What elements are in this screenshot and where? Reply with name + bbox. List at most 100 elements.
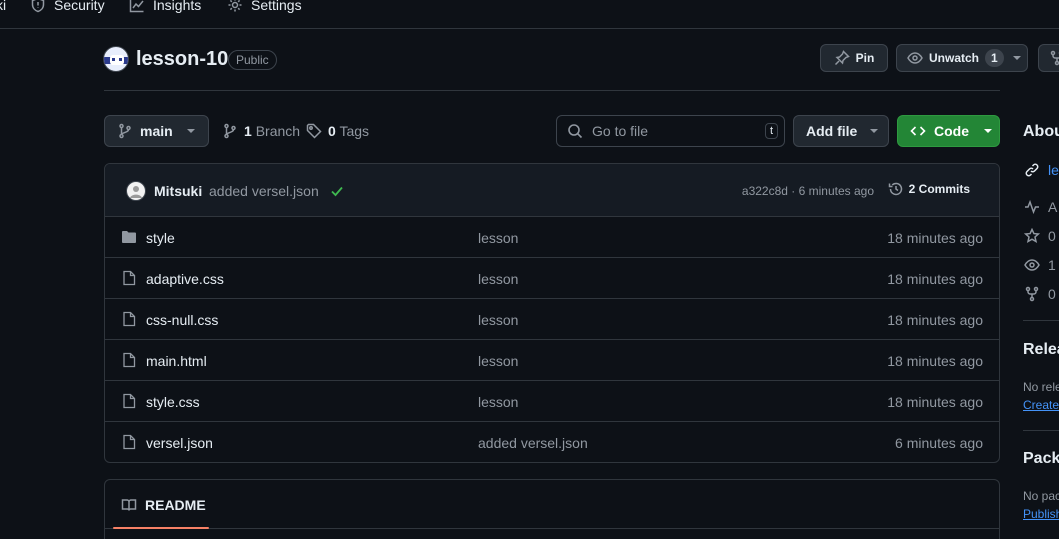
- about-heading: Abou: [1023, 123, 1059, 140]
- file-commit-message[interactable]: lesson: [478, 271, 518, 287]
- fork-icon: [1024, 286, 1040, 302]
- check-icon[interactable]: [329, 183, 345, 199]
- file-row[interactable]: main.html lesson 18 minutes ago: [105, 340, 999, 381]
- forks-count: 0: [1048, 286, 1056, 302]
- git-branch-icon: [117, 123, 133, 139]
- file-icon: [121, 393, 137, 409]
- file-name[interactable]: style.css: [146, 394, 200, 410]
- commits-history-link[interactable]: 2 Commits: [888, 181, 970, 197]
- activity-stat-text: A: [1048, 199, 1058, 215]
- pin-label: Pin: [855, 51, 875, 65]
- active-tab-indicator: [113, 527, 209, 529]
- readme-header: README: [105, 480, 999, 529]
- file-row[interactable]: versel.json added versel.json 6 minutes …: [105, 422, 999, 462]
- chevron-down-icon: [870, 129, 879, 133]
- activity-stat[interactable]: A: [1024, 199, 1057, 215]
- go-to-file-input[interactable]: Go to file t: [556, 115, 785, 147]
- create-release-link[interactable]: Create: [1023, 398, 1059, 412]
- stars-stat[interactable]: 0: [1024, 228, 1056, 244]
- branch-name: main: [140, 123, 173, 139]
- file-icon: [121, 270, 137, 286]
- code-icon: [910, 123, 926, 139]
- file-name[interactable]: css-null.css: [146, 312, 218, 328]
- chevron-down-icon: [186, 129, 195, 133]
- forks-stat[interactable]: 0: [1024, 286, 1056, 302]
- eye-icon: [1024, 257, 1040, 273]
- git-branch-icon: [222, 123, 238, 139]
- keyboard-shortcut-hint: t: [764, 123, 778, 139]
- watchers-stat[interactable]: 1: [1024, 257, 1056, 273]
- link-icon: [1024, 162, 1040, 178]
- branches-link[interactable]: 1 Branch: [222, 123, 300, 139]
- fork-icon: [1049, 50, 1059, 66]
- file-row[interactable]: css-null.css lesson 18 minutes ago: [105, 299, 999, 340]
- file-name[interactable]: versel.json: [146, 435, 213, 451]
- branches-label: Branch: [255, 123, 301, 139]
- file-updated-time: 18 minutes ago: [887, 271, 983, 287]
- file-commit-message[interactable]: lesson: [478, 230, 518, 246]
- readme-tab[interactable]: README: [121, 497, 206, 513]
- publish-package-link[interactable]: Publish: [1023, 507, 1059, 521]
- file-commit-message[interactable]: lesson: [478, 394, 518, 410]
- file-icon: [121, 434, 137, 450]
- homepage-link-text: le: [1048, 162, 1059, 178]
- repo-name[interactable]: lesson-10: [136, 48, 228, 71]
- watch-count: 1: [985, 49, 1004, 67]
- chevron-down-icon: [1012, 56, 1021, 60]
- pulse-icon: [1024, 199, 1040, 215]
- add-file-button[interactable]: Add file: [793, 115, 889, 147]
- header-divider: [104, 90, 1000, 91]
- nav-tab-settings-label: Settings: [251, 0, 302, 13]
- fork-button[interactable]: [1038, 44, 1059, 72]
- nav-tab-security-label: Security: [54, 0, 105, 13]
- history-icon: [888, 181, 904, 197]
- tags-count: 0: [328, 123, 336, 139]
- nav-tab-security[interactable]: Security: [30, 0, 105, 14]
- code-label: Code: [934, 123, 969, 139]
- file-name[interactable]: main.html: [146, 353, 207, 369]
- eye-icon: [907, 50, 923, 66]
- file-updated-time: 18 minutes ago: [887, 353, 983, 369]
- add-file-label: Add file: [806, 123, 858, 139]
- nav-tab-settings[interactable]: Settings: [227, 0, 302, 14]
- branch-select-button[interactable]: main: [104, 115, 209, 147]
- owner-avatar[interactable]: [103, 46, 129, 72]
- commit-message[interactable]: added versel.json: [209, 183, 319, 199]
- file-updated-time: 18 minutes ago: [887, 394, 983, 410]
- commit-author[interactable]: Mitsuki: [154, 183, 202, 199]
- commit-author-avatar[interactable]: [126, 181, 146, 201]
- nav-tab-wiki[interactable]: ki: [0, 0, 6, 14]
- releases-empty-text: No rele: [1023, 380, 1059, 394]
- latest-commit-bar: Mitsuki added versel.json a322c8d · 6 mi…: [105, 164, 999, 217]
- file-icon: [121, 311, 137, 327]
- visibility-badge: Public: [228, 50, 277, 70]
- file-row[interactable]: adaptive.css lesson 18 minutes ago: [105, 258, 999, 299]
- packages-heading[interactable]: Packa: [1023, 450, 1059, 468]
- tags-link[interactable]: 0 Tags: [306, 123, 369, 139]
- unwatch-button[interactable]: Unwatch 1: [896, 44, 1028, 72]
- pin-icon: [834, 50, 850, 66]
- folder-icon: [121, 229, 137, 245]
- sidebar-divider: [1023, 320, 1059, 321]
- file-updated-time: 18 minutes ago: [887, 230, 983, 246]
- packages-empty-text: No pac: [1023, 489, 1059, 503]
- graph-icon: [129, 0, 145, 13]
- file-row[interactable]: style.css lesson 18 minutes ago: [105, 381, 999, 422]
- tag-icon: [306, 123, 322, 139]
- file-name[interactable]: style: [146, 230, 175, 246]
- homepage-link[interactable]: le: [1024, 162, 1059, 178]
- commit-hash-and-time[interactable]: a322c8d · 6 minutes ago: [742, 184, 874, 198]
- file-commit-message[interactable]: lesson: [478, 312, 518, 328]
- file-commit-message[interactable]: lesson: [478, 353, 518, 369]
- nav-tab-insights[interactable]: Insights: [129, 0, 201, 14]
- file-row[interactable]: style lesson 18 minutes ago: [105, 217, 999, 258]
- file-commit-message[interactable]: added versel.json: [478, 435, 588, 451]
- releases-heading[interactable]: Relea: [1023, 341, 1059, 359]
- repo-nav: ki Security Insights Settings: [0, 0, 1059, 29]
- pin-button[interactable]: Pin: [820, 44, 888, 72]
- code-button[interactable]: Code: [897, 115, 1000, 147]
- book-icon: [121, 497, 137, 513]
- file-name[interactable]: adaptive.css: [146, 271, 224, 287]
- readme-tab-label: README: [145, 497, 206, 513]
- shield-icon: [30, 0, 46, 13]
